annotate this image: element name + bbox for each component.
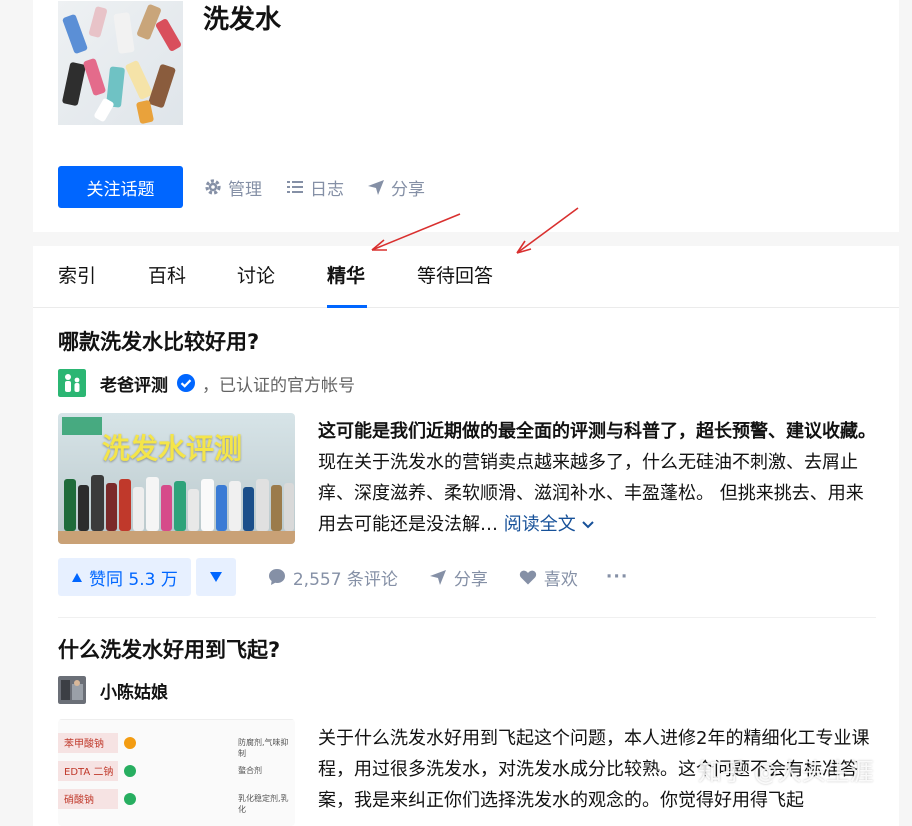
- author-name[interactable]: 老爸评测: [100, 371, 168, 396]
- tab-index[interactable]: 索引: [58, 261, 96, 291]
- list-icon: [287, 181, 303, 193]
- author-description: ，已认证的官方帐号: [202, 375, 355, 396]
- tab-essence[interactable]: 精华: [327, 261, 365, 291]
- question-title[interactable]: 什么洗发水好用到飞起?: [58, 635, 280, 665]
- avatar[interactable]: [58, 676, 86, 704]
- read-more-link[interactable]: 阅读全文: [504, 514, 596, 535]
- topic-title: 洗发水: [203, 5, 282, 35]
- ingredient-note: 螯合剂: [238, 766, 262, 775]
- ingredient-row: EDTA 二钠: [64, 767, 114, 778]
- ingredient-row: 苯甲酸钠: [64, 739, 104, 750]
- answer-excerpt[interactable]: 这可能是我们近期做的最全面的评测与科普了，超长预警、建议收藏。 现在关于洗发水的…: [318, 416, 878, 540]
- share-icon: [429, 570, 446, 585]
- downvote-button[interactable]: [195, 558, 236, 596]
- tab-wiki[interactable]: 百科: [148, 261, 186, 291]
- avatar[interactable]: [58, 369, 86, 397]
- like-label: 喜欢: [543, 569, 578, 590]
- like-button[interactable]: 喜欢: [518, 565, 578, 590]
- log-button[interactable]: 日志: [285, 172, 344, 202]
- triangle-up-icon: [72, 572, 82, 582]
- topic-image: [58, 1, 183, 125]
- share-answer-button[interactable]: 分享: [428, 565, 488, 590]
- verified-badge-icon: [177, 374, 195, 392]
- chevron-down-icon: [582, 521, 595, 529]
- comments-label: 2,557 条评论: [292, 569, 398, 590]
- answer-thumbnail[interactable]: 苯甲酸钠 防腐剂,气味抑制 EDTA 二钠 螯合剂 硝酸钠 乳化稳定剂,乳化: [58, 719, 295, 826]
- tab-waiting-answers[interactable]: 等待回答: [417, 261, 493, 291]
- upvote-button[interactable]: 赞同 5.3 万: [58, 558, 191, 596]
- comments-button[interactable]: 2,557 条评论: [267, 565, 398, 590]
- excerpt-lead: 这可能是我们近期做的最全面的评测与科普了，超长预警、建议收藏。: [318, 421, 876, 442]
- comment-icon: [268, 569, 285, 585]
- tab-discussion[interactable]: 讨论: [237, 261, 275, 291]
- share-topic-label: 分享: [391, 179, 425, 200]
- more-options-button[interactable]: ···: [606, 567, 628, 587]
- watermark: 知乎 @大头生涯: [698, 758, 874, 786]
- answer-actions: 赞同 5.3 万 2,557 条评论 分享 喜欢 ···: [58, 557, 628, 597]
- topic-tabs: 索引 百科 讨论 精华 等待回答: [33, 246, 899, 308]
- manage-label: 管理: [228, 179, 262, 200]
- log-label: 日志: [310, 179, 344, 200]
- upvote-label: 赞同 5.3 万: [89, 569, 178, 590]
- active-tab-indicator: [327, 305, 367, 308]
- share-answer-label: 分享: [453, 569, 488, 590]
- ingredient-note: 防腐剂,气味抑制: [238, 738, 289, 758]
- author-row: 小陈姑娘: [58, 676, 168, 704]
- essence-feed-card: 索引 百科 讨论 精华 等待回答 哪款洗发水比较好用? 老爸评测 ，已认证的官方…: [33, 246, 899, 826]
- gear-icon: [205, 179, 221, 195]
- ingredient-note: 乳化稳定剂,乳化: [238, 794, 289, 814]
- follow-topic-button[interactable]: 关注话题: [58, 166, 183, 208]
- topic-header-card: 洗发水 关注话题 管理 日志 分享: [33, 0, 899, 232]
- ingredient-row: 硝酸钠: [64, 795, 94, 806]
- answer-divider: [58, 617, 876, 618]
- author-row: 老爸评测 ，已认证的官方帐号: [58, 369, 355, 397]
- share-icon: [368, 180, 384, 195]
- share-topic-button[interactable]: 分享: [366, 172, 425, 202]
- manage-button[interactable]: 管理: [203, 172, 262, 202]
- author-name[interactable]: 小陈姑娘: [100, 678, 168, 703]
- heart-icon: [519, 570, 537, 585]
- question-title[interactable]: 哪款洗发水比较好用?: [58, 327, 259, 357]
- answer-thumbnail[interactable]: 洗发水评测: [58, 413, 295, 544]
- triangle-down-icon: [209, 572, 222, 582]
- thumbnail-caption: 洗发水评测: [102, 432, 243, 465]
